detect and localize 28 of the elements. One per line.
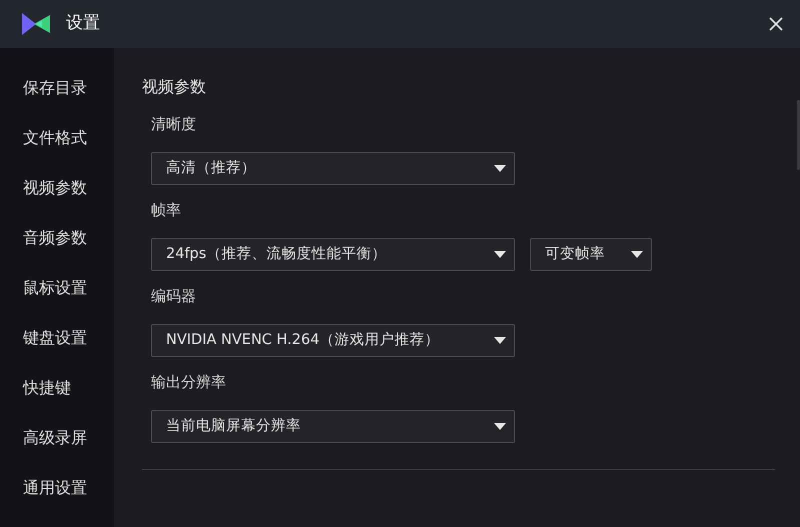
dropdown[interactable]: 可变帧率	[530, 238, 652, 271]
caret-icon	[631, 250, 643, 258]
field-label: 帧率	[151, 200, 182, 221]
window-title: 设置	[66, 12, 100, 36]
caret-icon	[494, 422, 506, 430]
caret-icon	[494, 250, 506, 258]
section-title: 视频参数	[142, 76, 207, 98]
dropdown[interactable]: NVIDIA NVENC H.264（游戏用户推荐）	[151, 324, 515, 357]
dropdown[interactable]: 高清（推荐）	[151, 152, 515, 185]
sidebar-item[interactable]: 高级录屏	[0, 413, 114, 463]
field-label: 清晰度	[151, 114, 197, 135]
sidebar-item[interactable]: 快捷键	[0, 363, 114, 413]
dropdown[interactable]: 当前电脑屏幕分辨率	[151, 410, 515, 443]
sidebar-item[interactable]: 保存目录	[0, 63, 114, 113]
caret-icon	[494, 336, 506, 344]
field-label: 输出分辨率	[151, 372, 227, 393]
field-label: 编码器	[151, 286, 197, 307]
close-icon	[768, 16, 784, 32]
caret-icon	[494, 164, 506, 172]
sidebar-item[interactable]: 音频参数	[0, 213, 114, 263]
scrollbar-thumb[interactable]	[797, 100, 800, 170]
sidebar-item[interactable]: 键盘设置	[0, 313, 114, 363]
sidebar-item[interactable]: 视频参数	[0, 163, 114, 213]
sidebar-item[interactable]: 文件格式	[0, 113, 114, 163]
sidebar-item[interactable]: 鼠标设置	[0, 263, 114, 313]
logo-icon	[20, 11, 52, 37]
sidebar-item[interactable]: 通用设置	[0, 463, 114, 513]
dropdown[interactable]: 24fps（推荐、流畅度性能平衡）	[151, 238, 515, 271]
